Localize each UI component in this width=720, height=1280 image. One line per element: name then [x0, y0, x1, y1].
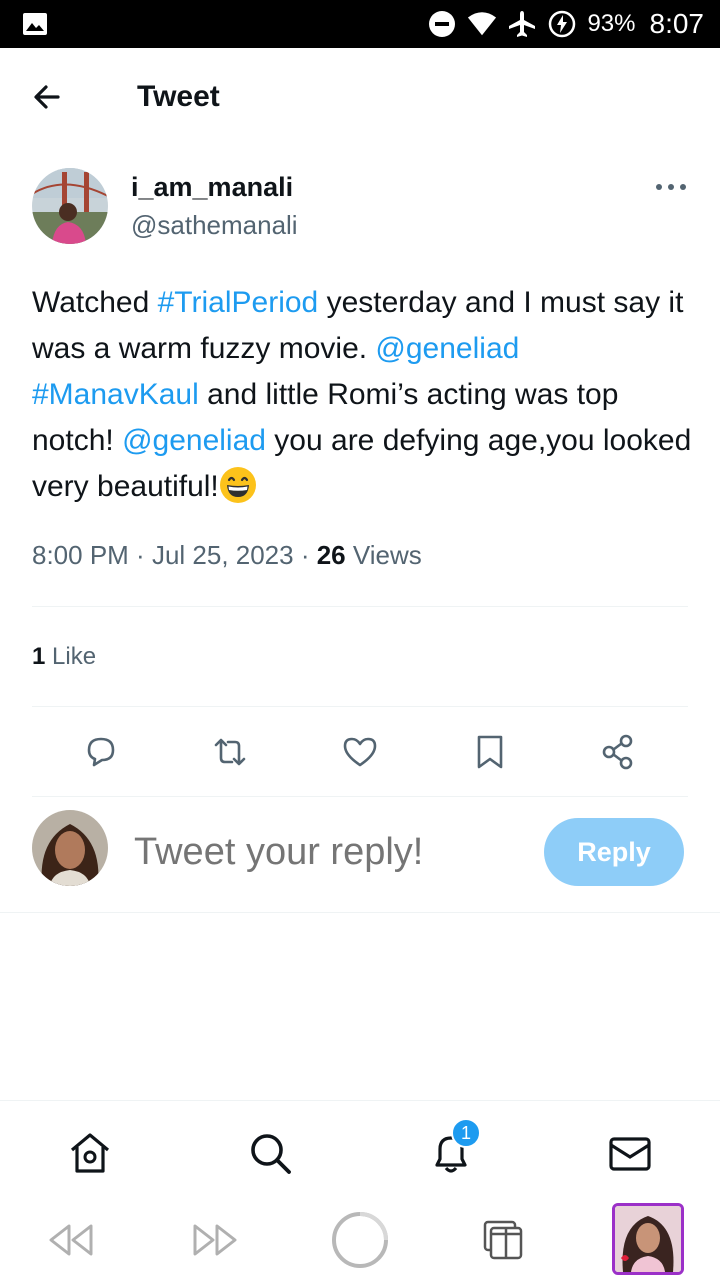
- author-handle[interactable]: @sathemanali: [131, 210, 298, 241]
- tweet-text-segment: Watched: [32, 286, 158, 319]
- loading-ring-icon: [332, 1212, 388, 1268]
- comment-icon: [87, 737, 115, 767]
- gallery-icon: [23, 13, 47, 35]
- tweet-text: Watched #TrialPeriod yesterday and I mus…: [32, 280, 692, 510]
- nav-messages[interactable]: [606, 1129, 654, 1177]
- likes-summary[interactable]: 1 Like: [32, 643, 96, 671]
- reply-action-button[interactable]: [81, 732, 121, 772]
- bottom-navigation: [0, 1100, 720, 1200]
- mention-link[interactable]: @geneliad: [375, 332, 519, 365]
- nav-search[interactable]: [246, 1129, 294, 1177]
- wifi-icon: [467, 9, 497, 39]
- grinning-face-emoji-icon: [219, 467, 256, 503]
- likes-count: 1: [32, 643, 46, 670]
- airplane-mode-icon: [507, 9, 537, 39]
- mention-link[interactable]: @geneliad: [122, 424, 266, 457]
- clock: 8:07: [649, 8, 705, 39]
- tabs-icon: [483, 1220, 523, 1260]
- author-avatar[interactable]: [32, 168, 108, 244]
- header: Tweet: [0, 48, 720, 146]
- back-arrow-icon[interactable]: [30, 82, 70, 112]
- meta-separator: ·: [293, 540, 317, 570]
- divider: [0, 912, 720, 913]
- like-action-button[interactable]: [340, 732, 380, 772]
- author-display-name[interactable]: i_am_manali: [131, 172, 293, 203]
- tweet-meta: 8:00 PM · Jul 25, 2023 · 26 Views: [32, 540, 422, 571]
- browser-forward-button[interactable]: [186, 1210, 246, 1270]
- bookmark-icon: [477, 735, 503, 769]
- fast-forward-icon: [193, 1224, 237, 1256]
- do-not-disturb-icon: [427, 9, 457, 39]
- likes-label: Like: [45, 643, 97, 670]
- page-title: Tweet: [137, 80, 220, 113]
- tweet-time: 8:00 PM: [32, 540, 129, 570]
- current-user-avatar[interactable]: [32, 810, 108, 886]
- status-bar: 93% 8:07: [0, 0, 720, 48]
- hashtag-link[interactable]: #TrialPeriod: [158, 286, 319, 319]
- reply-button[interactable]: Reply: [544, 818, 684, 886]
- tweet-date: Jul 25, 2023: [151, 540, 294, 570]
- share-action-button[interactable]: [598, 732, 638, 772]
- rewind-icon: [49, 1224, 93, 1256]
- divider: [32, 796, 688, 797]
- battery-level: 93%: [587, 10, 636, 37]
- views-count: 26: [316, 540, 346, 570]
- retweet-icon: [214, 738, 246, 766]
- battery-charging-icon: [547, 9, 577, 39]
- bookmark-action-button[interactable]: [470, 732, 510, 772]
- share-icon: [602, 734, 633, 770]
- home-icon: [70, 1133, 110, 1173]
- browser-tabs-button[interactable]: [474, 1210, 534, 1270]
- profile-thumbnail[interactable]: [612, 1203, 684, 1275]
- meta-separator: ·: [128, 540, 152, 570]
- hashtag-link[interactable]: #ManavKaul: [32, 378, 199, 411]
- browser-back-button[interactable]: [40, 1210, 100, 1270]
- more-options-icon[interactable]: [654, 180, 688, 194]
- mail-icon: [609, 1137, 651, 1171]
- nav-home[interactable]: [66, 1129, 114, 1177]
- notification-badge: 1: [451, 1118, 481, 1148]
- browser-reload-button[interactable]: [330, 1210, 390, 1270]
- views-label: Views: [345, 540, 422, 570]
- search-icon: [251, 1134, 291, 1174]
- divider: [32, 606, 688, 607]
- divider: [32, 706, 688, 707]
- heart-icon: [343, 737, 377, 767]
- reply-input[interactable]: [134, 826, 534, 878]
- retweet-action-button[interactable]: [210, 732, 250, 772]
